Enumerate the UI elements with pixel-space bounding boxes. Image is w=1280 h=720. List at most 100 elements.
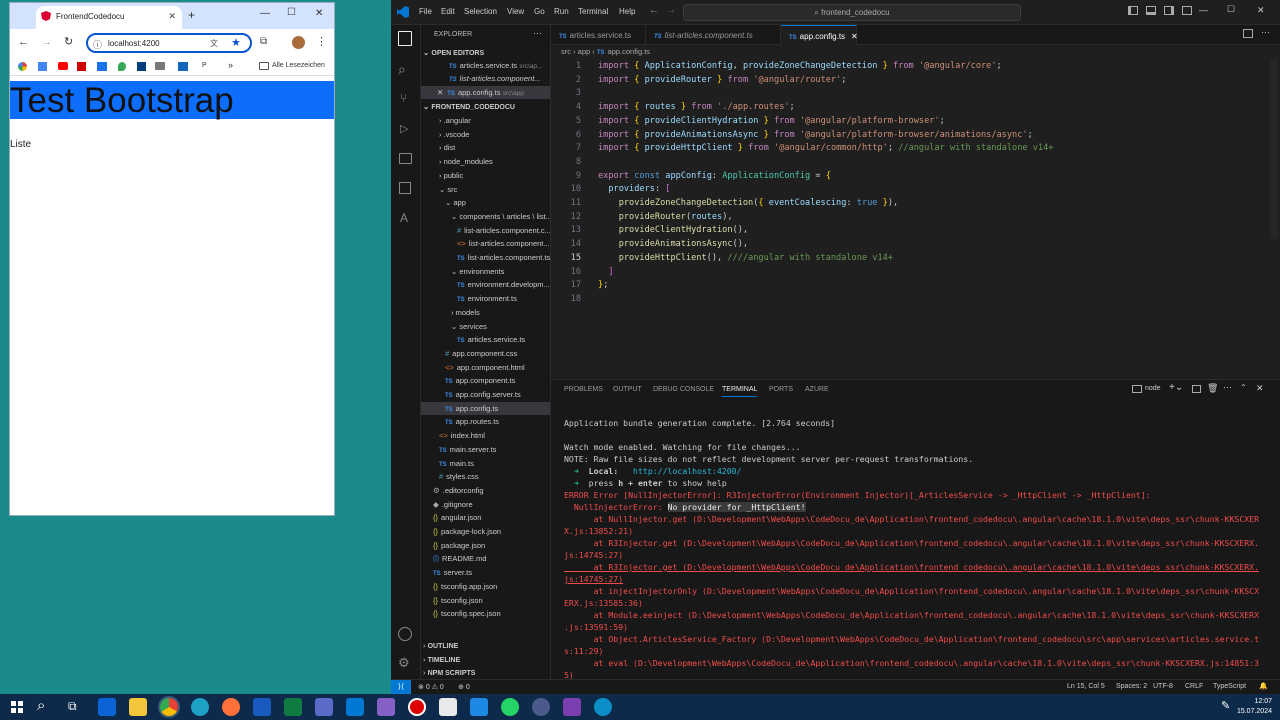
tab-articles-service[interactable]: TS articles.service.ts	[551, 25, 646, 45]
code-line[interactable]: provideRouter(routes),	[598, 212, 733, 222]
excel-icon[interactable]	[284, 698, 302, 716]
outlook-icon[interactable]	[98, 698, 116, 716]
cursor-position[interactable]: Ln 15, Col 5	[1067, 683, 1105, 690]
tree-item[interactable]: ⌄ services	[421, 320, 550, 333]
bookmark-youtube-icon[interactable]	[58, 62, 68, 70]
tree-item[interactable]: # list-articles.component.c...	[421, 224, 550, 237]
search-activity-icon[interactable]: ⌕	[398, 61, 406, 78]
close-window-icon[interactable]: ✕	[315, 8, 323, 19]
screen-capture-icon[interactable]	[563, 698, 581, 716]
tree-item[interactable]: › node_modules	[421, 155, 550, 168]
close-tab-icon[interactable]: ✕	[851, 32, 858, 41]
editor-more-icon[interactable]: ···	[1261, 27, 1270, 37]
menu-view[interactable]: View	[507, 7, 524, 16]
code-line[interactable]: provideClientHydration(),	[598, 225, 748, 235]
indentation-status[interactable]: Spaces: 2	[1116, 683, 1147, 690]
problems-status[interactable]: ⊗ 0 ⚠ 0	[418, 683, 444, 691]
tree-item[interactable]: › dist	[421, 141, 550, 154]
close-tab-icon[interactable]: ✕	[168, 11, 176, 22]
tree-item[interactable]: <> index.html	[421, 429, 550, 442]
bookmark-folder-icon[interactable]	[155, 62, 165, 70]
site-info-icon[interactable]: ⓘ	[93, 38, 102, 51]
tree-item[interactable]: TS list-articles.component.ts	[421, 251, 550, 264]
edge-icon[interactable]	[191, 698, 209, 716]
split-terminal-icon[interactable]	[1192, 385, 1201, 393]
tree-item[interactable]: # app.component.css	[421, 347, 550, 360]
breadcrumb-file[interactable]: app.config.ts	[608, 47, 651, 56]
reload-icon[interactable]: ↻	[64, 35, 73, 48]
app2-icon[interactable]	[532, 698, 550, 716]
new-terminal-icon[interactable]: +⌄	[1169, 382, 1183, 393]
nav-forward-icon[interactable]: →	[666, 5, 676, 16]
open-editor-item-active[interactable]: ✕ TS app.config.ts src\app	[421, 86, 550, 99]
new-tab-icon[interactable]: +	[188, 8, 195, 22]
menu-selection[interactable]: Selection	[464, 7, 497, 16]
tree-item[interactable]: TS main.server.ts	[421, 443, 550, 456]
language-status[interactable]: TypeScript	[1213, 683, 1246, 690]
panel-tab-terminal[interactable]: TERMINAL	[722, 386, 758, 397]
tree-item[interactable]: {} tsconfig.spec.json	[421, 607, 550, 620]
visual-studio-icon[interactable]	[377, 698, 395, 716]
tree-item[interactable]: › .angular	[421, 114, 550, 127]
tree-item[interactable]: # styles.css	[421, 470, 550, 483]
run-debug-icon[interactable]: ▷	[400, 122, 408, 135]
breadcrumb-src[interactable]: src	[561, 47, 571, 56]
panel-more-icon[interactable]: ···	[1223, 382, 1232, 392]
manage-gear-icon[interactable]: ⚙	[398, 655, 410, 671]
tree-item[interactable]: › models	[421, 306, 550, 319]
explorer-icon[interactable]	[398, 31, 412, 46]
command-center-search[interactable]: ⌕ frontend_codedocu	[683, 4, 1021, 21]
tree-item[interactable]: › public	[421, 169, 550, 182]
tab-list-articles-component[interactable]: TS list-articles.component.ts	[646, 25, 781, 45]
panel-tab-ports[interactable]: PORTS	[769, 386, 793, 393]
code-line[interactable]: import { ApplicationConfig, provideZoneC…	[598, 61, 1002, 71]
minimap[interactable]	[1270, 59, 1278, 239]
tree-item[interactable]: ⌄ app	[421, 196, 550, 209]
chrome-icon[interactable]	[160, 698, 178, 716]
all-bookmarks-label[interactable]: Alle Lesezeichen	[272, 62, 325, 69]
bookmark-google-icon[interactable]	[18, 62, 27, 71]
bookmark-news-icon[interactable]	[77, 62, 86, 71]
tree-item[interactable]: ⌄ components \ articles \ list...	[421, 210, 550, 223]
remote-icon[interactable]	[470, 698, 488, 716]
tree-item[interactable]: TS environment.developm...	[421, 278, 550, 291]
split-editor-icon[interactable]	[1243, 29, 1253, 38]
code-line[interactable]: import { provideHttpClient } from '@angu…	[598, 143, 1053, 153]
panel-tab-debug-console[interactable]: DEBUG CONSOLE	[653, 386, 714, 393]
code-line[interactable]: import { provideRouter } from '@angular/…	[598, 75, 846, 85]
toggle-secondary-sidebar-icon[interactable]	[1164, 6, 1174, 15]
encoding-status[interactable]: UTF-8	[1153, 683, 1173, 690]
azure-icon[interactable]: A	[400, 211, 408, 225]
tree-item[interactable]: TS app.config.ts	[421, 401, 550, 415]
tree-item[interactable]: {} angular.json	[421, 511, 550, 524]
code-line[interactable]: ]	[598, 267, 613, 277]
tree-item[interactable]: ⌄ environments	[421, 265, 550, 278]
eol-status[interactable]: CRLF	[1185, 683, 1203, 690]
remote-indicator[interactable]: ⟩⟨	[391, 680, 411, 694]
address-bar[interactable]: ⓘ localhost:4200 文 ★	[86, 33, 252, 53]
open-editors-header[interactable]: ⌄ OPEN EDITORS	[423, 46, 551, 59]
system-clock[interactable]: 12:07 15.07.2024	[1237, 697, 1272, 717]
profile-avatar[interactable]	[292, 36, 305, 49]
tree-item[interactable]: ⌄ src	[421, 183, 550, 196]
kill-terminal-icon[interactable]: 🗑	[1207, 383, 1218, 394]
customize-layout-icon[interactable]	[1182, 6, 1192, 15]
menu-terminal[interactable]: Terminal	[578, 7, 608, 16]
nav-back-icon[interactable]: ←	[649, 5, 659, 16]
edge2-icon[interactable]	[594, 698, 612, 716]
bookmark-mb-icon[interactable]	[137, 62, 146, 71]
firefox-icon[interactable]	[222, 698, 240, 716]
tab-app-config[interactable]: TS app.config.ts ✕	[781, 25, 858, 45]
project-header[interactable]: ⌄ FRONTEND_CODEDOCU	[423, 100, 551, 113]
local-url-link[interactable]: http://localhost:4200/	[633, 466, 741, 476]
tree-item[interactable]: ⚙ .editorconfig	[421, 484, 550, 497]
tree-item[interactable]: {} package-lock.json	[421, 525, 550, 538]
app-icon[interactable]	[315, 698, 333, 716]
browser-tab[interactable]: FrontendCodedocu ✕	[36, 6, 182, 29]
maximize-panel-icon[interactable]: ⌃	[1240, 383, 1247, 392]
pen-tray-icon[interactable]: ✎	[1221, 699, 1230, 712]
tree-item[interactable]: TS environment.ts	[421, 292, 550, 305]
minimize-icon[interactable]: —	[260, 8, 270, 19]
whatsapp-icon[interactable]	[501, 698, 519, 716]
maximize-icon[interactable]: ☐	[287, 7, 296, 18]
